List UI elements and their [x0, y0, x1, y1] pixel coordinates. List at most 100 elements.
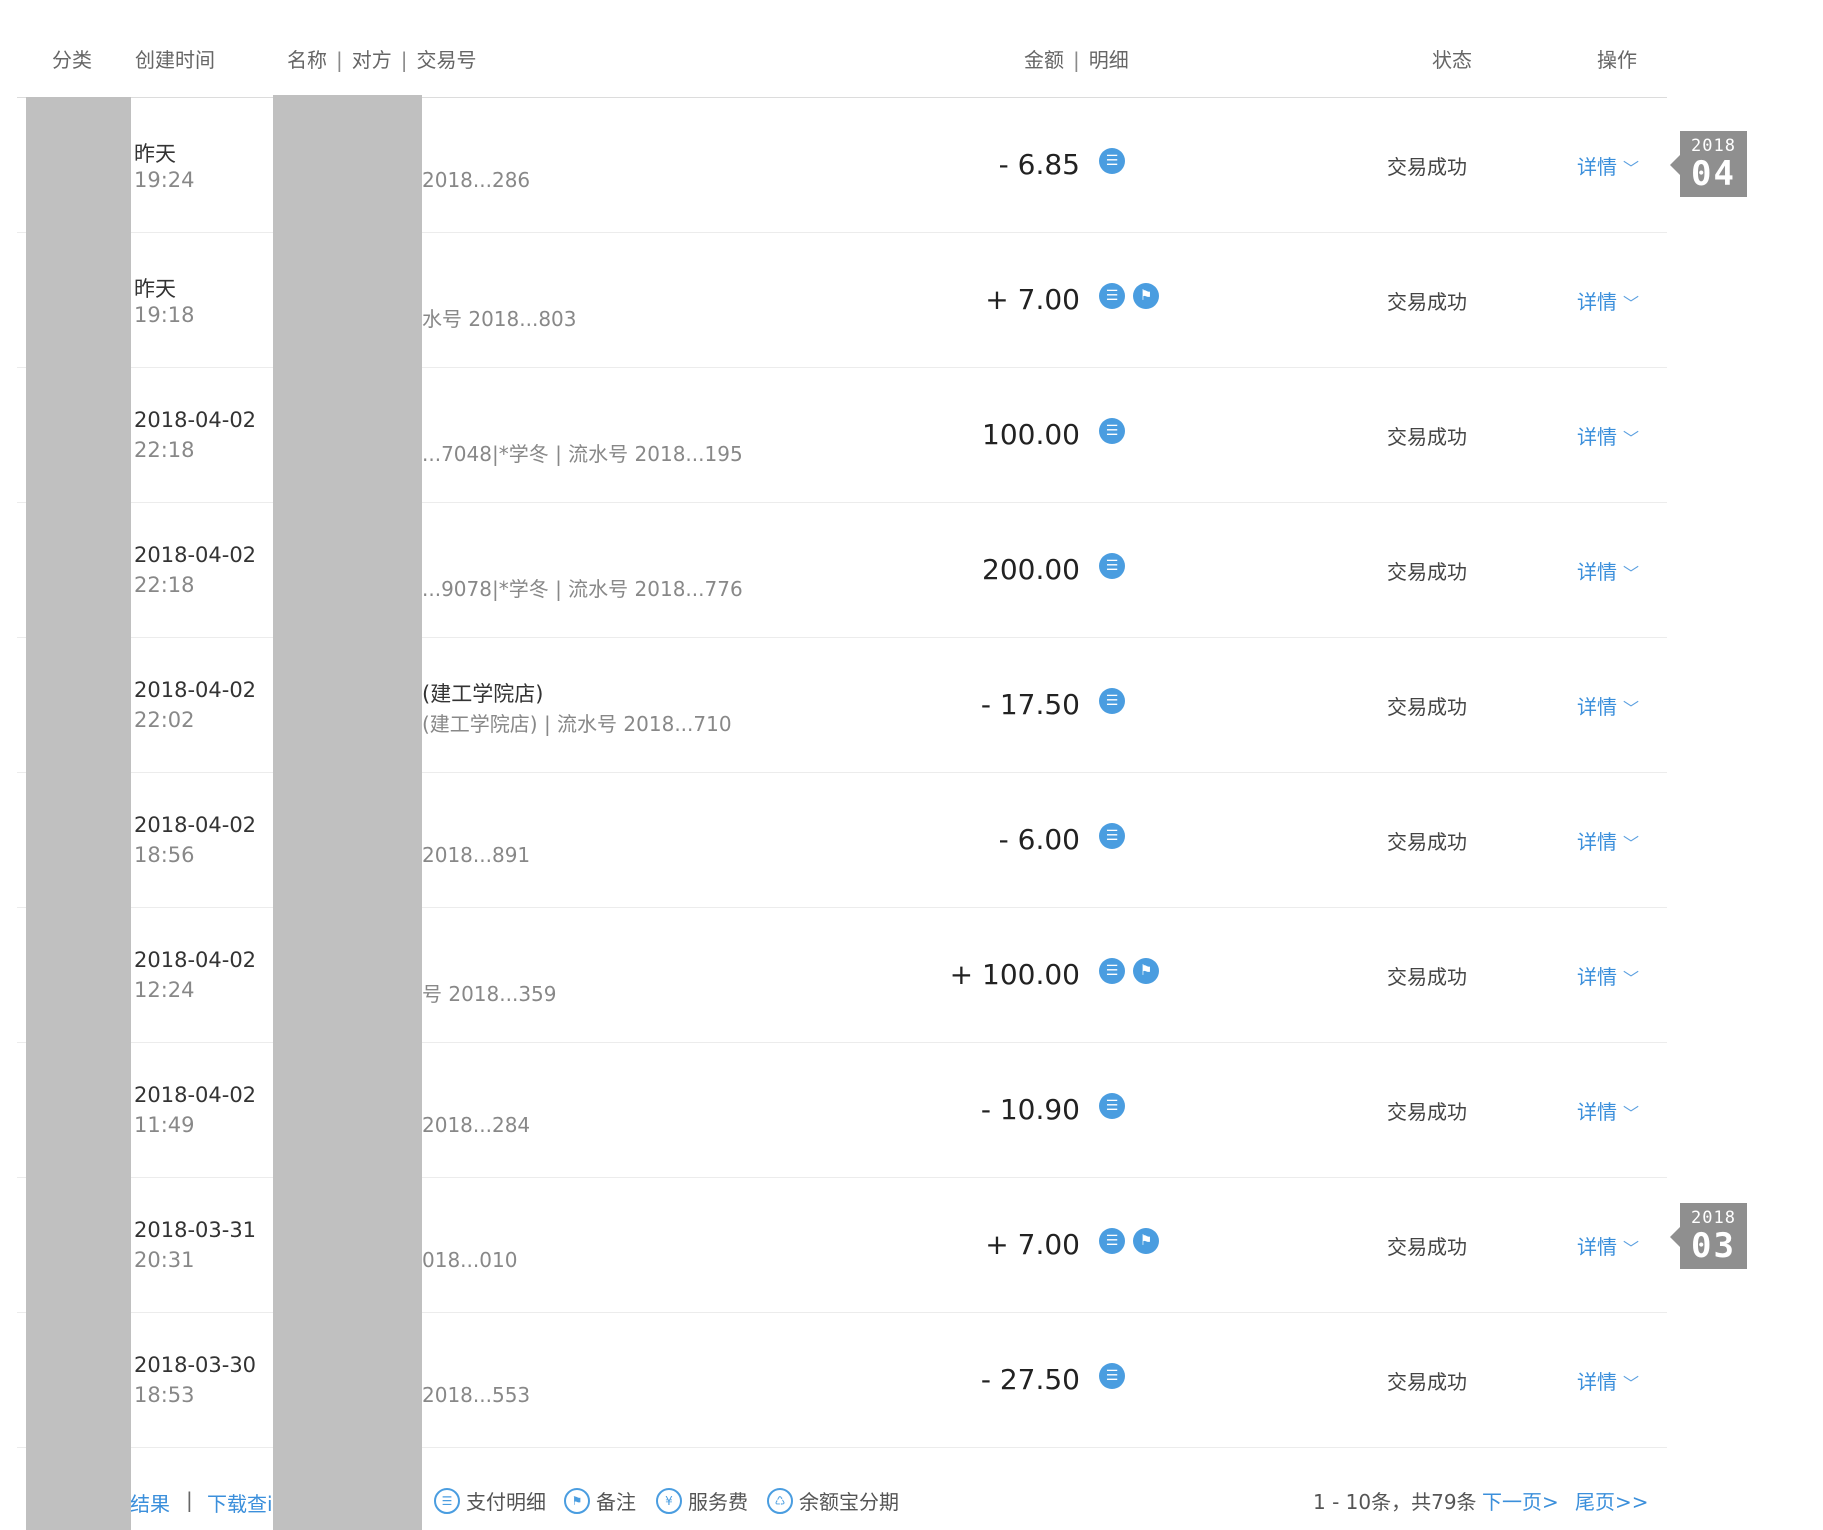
row-amount: - 27.50 — [980, 1363, 1080, 1396]
row-detail-link[interactable]: 详情 ﹀ — [1577, 421, 1639, 450]
row-detail-icons: ☰ ⚑ — [1099, 958, 1159, 984]
header-name: 名称 — [287, 48, 327, 72]
legend-installment: ♺ 余额宝分期 — [767, 1486, 899, 1515]
row-amount: - 17.50 — [980, 688, 1080, 721]
row-detail-link[interactable]: 详情 ﹀ — [1577, 556, 1639, 585]
list-icon[interactable]: ☰ — [1099, 148, 1125, 174]
row-detail-link[interactable]: 详情 ﹀ — [1577, 826, 1639, 855]
page-info: 1 - 10条，共79条 — [1313, 1490, 1477, 1514]
badge-year: 2018 — [1691, 136, 1736, 156]
chevron-down-icon: ﹀ — [1623, 564, 1640, 583]
flag-icon[interactable]: ⚑ — [1133, 1228, 1159, 1254]
header-action: 操作 — [1597, 48, 1637, 72]
detail-label: 详情 — [1577, 560, 1617, 584]
list-icon[interactable]: ☰ — [1099, 688, 1125, 714]
list-icon[interactable]: ☰ — [1099, 1363, 1125, 1389]
row-status: 交易成功 — [1387, 1370, 1467, 1394]
row-status: 交易成功 — [1387, 290, 1467, 314]
row-detail-link[interactable]: 详情 ﹀ — [1577, 1366, 1639, 1395]
detail-label: 详情 — [1577, 1235, 1617, 1259]
list-icon[interactable]: ☰ — [1099, 1228, 1125, 1254]
header-created-time: 创建时间 — [135, 48, 215, 72]
footer-sep: | — [186, 1488, 193, 1512]
row-date: 2018-03-30 — [134, 1353, 257, 1377]
row-time: 20:31 — [134, 1248, 195, 1272]
row-subtitle: 2018...891 — [422, 843, 531, 867]
row-time: 12:24 — [134, 978, 195, 1002]
row-detail-link[interactable]: 详情 ﹀ — [1577, 1231, 1639, 1260]
installment-icon: ♺ — [767, 1487, 793, 1514]
table-row: 2018-03-31 20:31 018...010 + 7.00 ☰ ⚑ 交易成功 详情 ﹀ — [17, 1178, 1667, 1313]
row-subtitle: ...9078|*学冬 | 流水号 2018...776 — [422, 577, 743, 601]
row-amount: + 7.00 — [985, 283, 1080, 316]
row-date: 2018-04-02 — [134, 813, 257, 837]
detail-label: 详情 — [1577, 695, 1617, 719]
month-badge: 2018 04 — [1670, 131, 1747, 197]
row-date: 2018-04-02 — [134, 678, 257, 702]
table-row: 2018-04-02 11:49 2018...284 - 10.90 ☰ 交易成功 详情 ﹀ — [17, 1043, 1667, 1178]
detail-label: 详情 — [1577, 155, 1617, 179]
row-detail-icons: ☰ — [1099, 553, 1125, 579]
header-sep: | — [336, 48, 343, 72]
row-amount: - 6.00 — [998, 823, 1080, 856]
row-time: 22:02 — [134, 708, 195, 732]
detail-label: 详情 — [1577, 425, 1617, 449]
header-category: 分类 — [52, 48, 92, 72]
chevron-down-icon: ﹀ — [1623, 159, 1640, 178]
table-row: 2018-04-02 18:56 2018...891 - 6.00 ☰ 交易成功 详情 ﹀ — [17, 773, 1667, 908]
list-icon: ☰ — [434, 1487, 460, 1514]
header-status: 状态 — [1432, 48, 1472, 72]
flag-icon[interactable]: ⚑ — [1133, 958, 1159, 984]
list-icon[interactable]: ☰ — [1099, 283, 1125, 309]
row-detail-link[interactable]: 详情 ﹀ — [1577, 151, 1639, 180]
flag-icon[interactable]: ⚑ — [1133, 283, 1159, 309]
list-icon[interactable]: ☰ — [1099, 823, 1125, 849]
detail-label: 详情 — [1577, 290, 1617, 314]
row-amount: + 100.00 — [949, 958, 1080, 991]
next-page-link[interactable]: 下一页> — [1482, 1486, 1559, 1515]
row-status: 交易成功 — [1387, 830, 1467, 854]
row-detail-link[interactable]: 详情 ﹀ — [1577, 286, 1639, 315]
row-detail-icons: ☰ — [1099, 823, 1125, 849]
header-amount-group: 金额 | 明细 — [1024, 44, 1129, 73]
row-status: 交易成功 — [1387, 425, 1467, 449]
chevron-down-icon: ﹀ — [1623, 429, 1640, 448]
footer-link-result[interactable]: 结果 — [130, 1488, 170, 1517]
legend-label: 服务费 — [688, 1490, 748, 1514]
detail-label: 详情 — [1577, 965, 1617, 989]
row-time: 19:24 — [134, 168, 195, 192]
table-header: 分类 创建时间 名称 | 对方 | 交易号 金额 | 明细 状态 操作 — [17, 0, 1667, 98]
flag-icon: ⚑ — [564, 1487, 590, 1514]
table-row: 2018-04-02 12:24 号 2018...359 + 100.00 ☰ ⚑ 交易成… — [17, 908, 1667, 1043]
list-icon[interactable]: ☰ — [1099, 418, 1125, 444]
row-status: 交易成功 — [1387, 155, 1467, 179]
list-icon[interactable]: ☰ — [1099, 1093, 1125, 1119]
row-detail-link[interactable]: 详情 ﹀ — [1577, 1096, 1639, 1125]
list-icon[interactable]: ☰ — [1099, 553, 1125, 579]
redaction-block-category — [26, 97, 131, 1530]
row-detail-icons: ☰ — [1099, 1093, 1125, 1119]
badge-month: 03 — [1691, 1226, 1736, 1266]
row-subtitle: 2018...553 — [422, 1383, 531, 1407]
footer-link-download[interactable]: 下载查i — [207, 1488, 273, 1517]
row-detail-link[interactable]: 详情 ﹀ — [1577, 691, 1639, 720]
row-subtitle: 018...010 — [422, 1248, 518, 1272]
row-detail-link[interactable]: 详情 ﹀ — [1577, 961, 1639, 990]
row-detail-icons: ☰ — [1099, 418, 1125, 444]
month-badge: 2018 03 — [1670, 1203, 1747, 1269]
row-time: 18:53 — [134, 1383, 195, 1407]
list-icon[interactable]: ☰ — [1099, 958, 1125, 984]
row-time: 18:56 — [134, 843, 195, 867]
row-status: 交易成功 — [1387, 560, 1467, 584]
chevron-down-icon: ﹀ — [1623, 969, 1640, 988]
row-date: 2018-03-31 — [134, 1218, 257, 1242]
legend-note: ⚑ 备注 — [564, 1486, 636, 1515]
row-subtitle: 水号 2018...803 — [422, 307, 577, 331]
header-name-group: 名称 | 对方 | 交易号 — [287, 44, 477, 73]
row-date: 2018-04-02 — [134, 1083, 257, 1107]
table-row: 2018-03-30 18:53 2018...553 - 27.50 ☰ 交易成功 详情 ﹀ — [17, 1313, 1667, 1448]
row-status: 交易成功 — [1387, 1235, 1467, 1259]
row-date: 2018-04-02 — [134, 543, 257, 567]
row-subtitle: (建工学院店) | 流水号 2018...710 — [422, 712, 732, 736]
last-page-link[interactable]: 尾页>> — [1575, 1486, 1649, 1515]
